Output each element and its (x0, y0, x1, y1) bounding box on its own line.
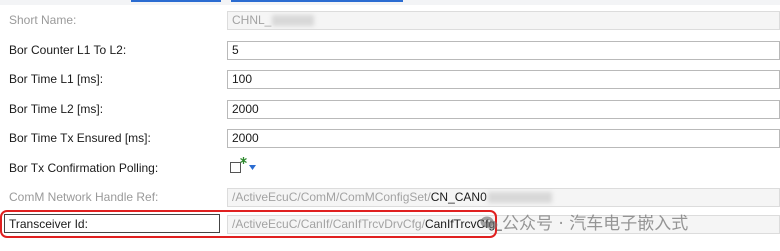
top-link-underline[interactable] (231, 0, 403, 2)
bor-counter-label: Bor Counter L1 To L2: (9, 43, 127, 57)
comm-network-handle-row: ComM Network Handle Ref: /ActiveEcuC/Com… (0, 183, 780, 212)
top-link-underline[interactable] (131, 0, 221, 2)
watermark: 公众号 · 汽车电子嵌入式 (480, 211, 688, 237)
bor-tx-confirmation-row: Bor Tx Confirmation Polling: (0, 154, 780, 183)
short-name-field: CHNL_ (227, 11, 780, 30)
bor-time-l1-input[interactable]: 100 (227, 70, 780, 89)
bor-time-l2-label: Bor Time L2 [ms]: (9, 102, 104, 116)
wechat-icon (480, 216, 498, 230)
short-name-label: Short Name: (9, 13, 77, 27)
redacted-text (487, 192, 552, 204)
bor-time-l2-input[interactable]: 2000 (227, 100, 780, 119)
highlight-box (0, 210, 497, 238)
bor-tx-confirmation-label: Bor Tx Confirmation Polling: (9, 161, 159, 175)
bor-counter-row: Bor Counter L1 To L2: 5 (0, 36, 780, 65)
short-name-row: Short Name: CHNL_ (0, 6, 780, 35)
bor-time-tx-ensured-label: Bor Time Tx Ensured [ms]: (9, 131, 151, 145)
bor-counter-input[interactable]: 5 (227, 41, 780, 60)
asterisk-icon (240, 157, 247, 164)
bor-time-tx-ensured-input[interactable]: 2000 (227, 129, 780, 148)
bor-time-tx-ensured-row: Bor Time Tx Ensured [ms]: 2000 (0, 124, 780, 153)
bor-time-l2-row: Bor Time L2 [ms]: 2000 (0, 95, 780, 124)
top-edge (0, 0, 780, 5)
bor-time-l1-label: Bor Time L1 [ms]: (9, 72, 104, 86)
bor-time-l1-row: Bor Time L1 [ms]: 100 (0, 65, 780, 94)
comm-network-handle-field: /ActiveEcuC/ComM/ComMConfigSet/CN_CAN0 (227, 188, 780, 207)
dropdown-arrow-icon[interactable] (249, 165, 256, 170)
comm-network-handle-label: ComM Network Handle Ref: (9, 190, 159, 204)
redacted-text (272, 15, 315, 27)
